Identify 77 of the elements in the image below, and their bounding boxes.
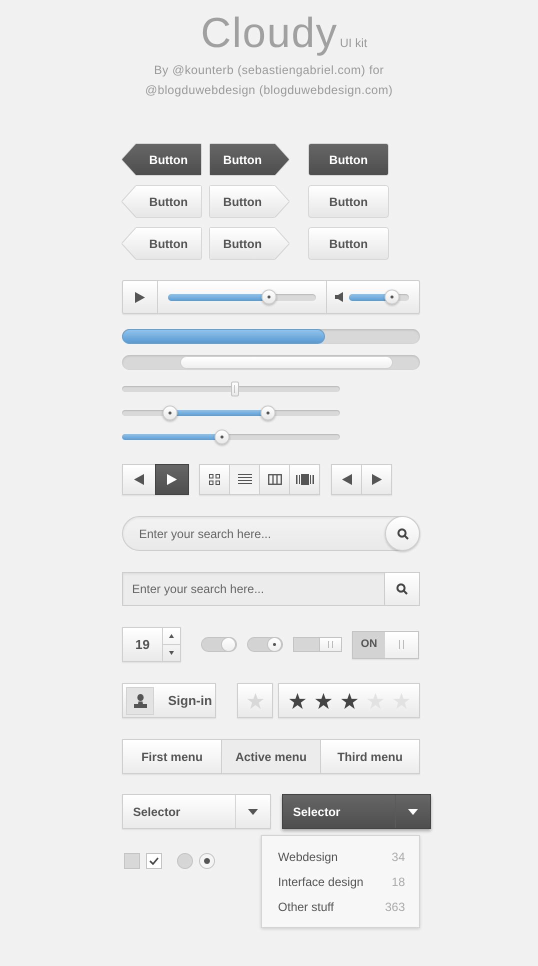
- kit-subtitle: UI kit: [340, 35, 368, 52]
- left-triangle-icon: [342, 474, 352, 485]
- switch-label: ON: [353, 632, 386, 658]
- toolbar-button[interactable]: [155, 464, 189, 495]
- list-icon: [238, 474, 252, 485]
- button[interactable]: Button: [122, 144, 201, 175]
- toggle-switch[interactable]: [201, 637, 237, 652]
- toggle-switch[interactable]: ON: [352, 630, 419, 658]
- search-input[interactable]: Enter your search here...: [132, 580, 384, 598]
- left-triangle-icon: [134, 474, 144, 485]
- checkbox[interactable]: [146, 853, 162, 869]
- star-icon: [366, 692, 384, 708]
- caret-icon: [408, 808, 418, 814]
- star-icon: [392, 692, 410, 708]
- right-triangle-icon: [372, 474, 382, 485]
- slider-thumb[interactable]: [260, 406, 276, 420]
- dropdown-select[interactable]: Selector: [282, 794, 431, 829]
- star-icon: [340, 692, 358, 708]
- slider-track[interactable]: [122, 428, 340, 446]
- credit-line: By @kounterb (sebastiengabriel.com) for: [154, 62, 384, 78]
- button[interactable]: Button: [210, 228, 289, 259]
- slider-handle[interactable]: [231, 382, 240, 396]
- play-icon: [167, 474, 177, 485]
- spinner-value: 19: [134, 636, 151, 654]
- slider-track[interactable]: [168, 288, 316, 306]
- toggle-switch[interactable]: [247, 637, 283, 652]
- speaker-icon: [335, 292, 344, 302]
- slider-thumb[interactable]: [384, 290, 400, 304]
- slider-thumb[interactable]: [214, 430, 230, 444]
- checkbox[interactable]: [124, 853, 140, 869]
- play-icon: [135, 292, 145, 302]
- slider-thumb[interactable]: [162, 406, 178, 420]
- star-icon: [246, 692, 264, 708]
- menu-item[interactable]: Other stuff 363: [262, 894, 419, 919]
- number-spinner[interactable]: 19: [122, 627, 181, 662]
- button[interactable]: Button: [309, 144, 388, 175]
- menu-item[interactable]: Interface design 18: [262, 869, 419, 894]
- search-button[interactable]: [384, 573, 419, 605]
- star-icon: [314, 692, 332, 708]
- up-triangle-icon: [169, 634, 174, 638]
- menu-item[interactable]: Webdesign 34: [262, 844, 419, 869]
- button[interactable]: Button: [309, 186, 388, 217]
- columns-icon: [268, 474, 282, 485]
- button[interactable]: Button: [309, 228, 388, 259]
- radio-button[interactable]: [177, 853, 193, 869]
- button[interactable]: Button: [210, 186, 289, 217]
- dropdown-select[interactable]: Selector: [122, 794, 271, 829]
- radio-button[interactable]: [199, 853, 215, 869]
- star-icon: [288, 692, 306, 708]
- toggle-switch[interactable]: [293, 637, 342, 652]
- search-icon: [396, 583, 408, 595]
- sign-in-button[interactable]: Sign-in: [122, 683, 216, 718]
- check-icon: [149, 857, 159, 865]
- user-icon: [134, 694, 146, 708]
- button[interactable]: Button: [122, 228, 201, 259]
- scrollbar[interactable]: [122, 355, 420, 370]
- menu-tab[interactable]: First menu: [122, 739, 222, 774]
- slider-thumb[interactable]: [261, 290, 276, 304]
- grid-icon: [209, 474, 220, 485]
- credit-line: @blogduwebdesign (blogduwebdesign.com): [145, 82, 393, 98]
- menu-tab[interactable]: Active menu: [221, 739, 321, 774]
- search-button[interactable]: [385, 516, 420, 551]
- film-strip-icon: [296, 474, 314, 485]
- down-triangle-icon: [169, 651, 174, 655]
- slider-track[interactable]: [122, 380, 340, 398]
- kit-title: Cloudy: [200, 10, 338, 56]
- star-rating[interactable]: [288, 692, 410, 708]
- search-field[interactable]: Enter your search here...: [122, 516, 420, 551]
- menu-tab[interactable]: Third menu: [320, 739, 420, 774]
- caret-icon: [248, 808, 258, 814]
- button[interactable]: Button: [122, 186, 201, 217]
- search-input[interactable]: Enter your search here...: [139, 524, 385, 542]
- slider-track[interactable]: [122, 404, 340, 422]
- search-icon: [396, 528, 408, 540]
- button[interactable]: Button: [210, 144, 289, 175]
- slider-track[interactable]: [349, 288, 409, 306]
- search-field[interactable]: Enter your search here...: [122, 572, 420, 606]
